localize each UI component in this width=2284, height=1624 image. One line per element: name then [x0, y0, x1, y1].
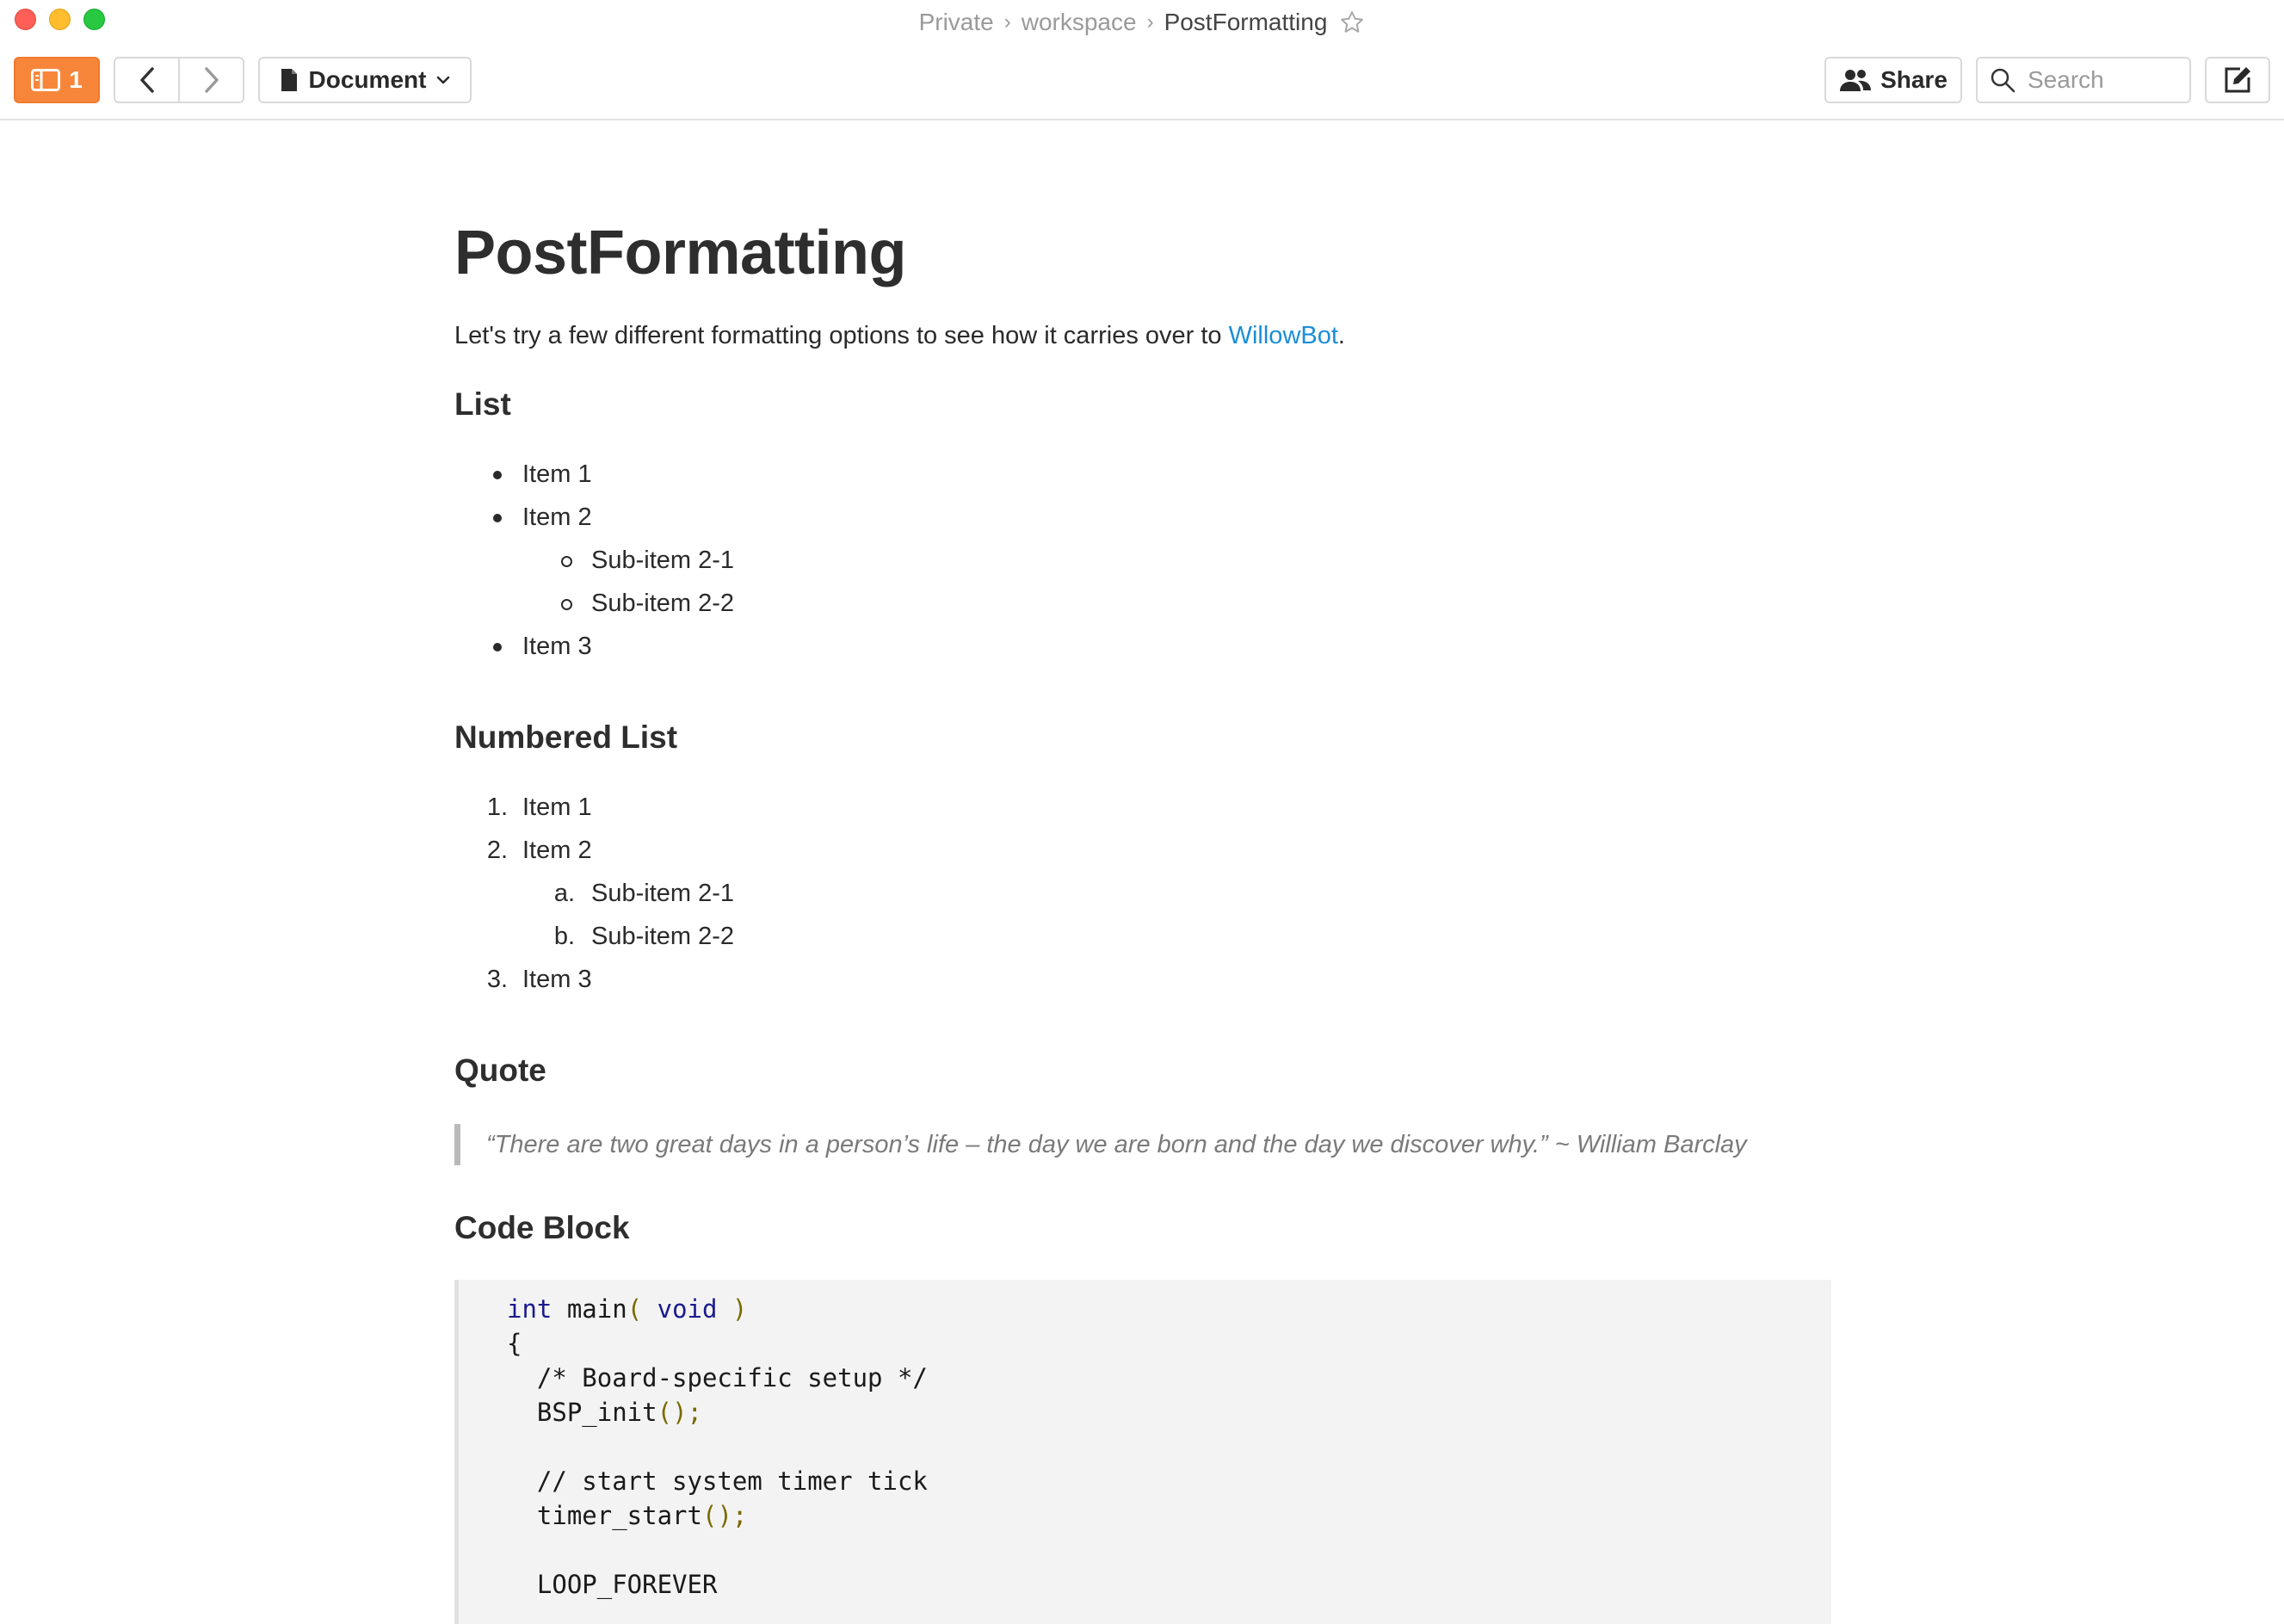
chevron-left-icon: [139, 67, 154, 93]
code-line: // start system timer tick: [507, 1467, 928, 1496]
list-sub-item: a. Sub-item 2-1: [454, 872, 1831, 915]
bullet-list: Item 1 Item 2 Sub-item 2-1 Sub-item 2-2 …: [454, 453, 1831, 668]
document-type-label: Document: [308, 66, 427, 93]
list-item-text: Item 1: [522, 460, 592, 488]
blockquote: “There are two great days in a person’s …: [454, 1124, 1831, 1165]
code-block: int main( void ) { /* Board-specific set…: [454, 1280, 1831, 1624]
toolbar: 1 Document Share: [0, 45, 2284, 120]
list-item: 2. Item 2: [454, 829, 1831, 872]
breadcrumb-private[interactable]: Private: [919, 9, 994, 36]
list-sub-item: Sub-item 2-2: [454, 582, 1831, 625]
document-body: PostFormatting Let's try a few different…: [454, 120, 1831, 1624]
bullet-marker: [493, 643, 502, 651]
list-item-text: Sub-item 2-1: [591, 880, 735, 907]
share-label: Share: [1880, 66, 1948, 93]
list-item-text: Item 2: [522, 503, 592, 531]
code-block-heading: Code Block: [454, 1210, 630, 1245]
search-box[interactable]: [1976, 57, 2191, 103]
code-line: timer_start();: [507, 1501, 748, 1530]
code-line: int main( void ): [507, 1294, 748, 1324]
sidebar-icon: [31, 69, 61, 91]
sidebar-count-badge: 1: [69, 66, 83, 93]
list-item-text: Sub-item 2-2: [591, 923, 735, 950]
intro-period: .: [1337, 322, 1345, 349]
chevron-right-icon: ›: [1146, 10, 1154, 34]
chevron-right-icon: ›: [1003, 10, 1011, 34]
breadcrumb-current-page: PostFormatting: [1164, 9, 1328, 35]
list-item: 1. Item 1: [454, 786, 1831, 829]
forward-button[interactable]: [178, 59, 243, 102]
document-type-dropdown[interactable]: Document: [258, 57, 472, 103]
list-item-text: Sub-item 2-2: [591, 590, 735, 617]
letter-marker: a.: [553, 880, 575, 907]
list-item: 3. Item 3: [454, 958, 1831, 1001]
number-marker: 1.: [486, 793, 508, 821]
list-sub-item: b. Sub-item 2-2: [454, 915, 1831, 958]
breadcrumb-workspace[interactable]: workspace: [1022, 9, 1137, 36]
share-button[interactable]: Share: [1824, 57, 1962, 103]
code-line: BSP_init();: [507, 1398, 702, 1427]
number-marker: 3.: [486, 966, 508, 993]
list-heading: List: [454, 386, 511, 422]
numbered-list: 1. Item 1 2. Item 2 a. Sub-item 2-1 b. Sub-i…: [454, 786, 1831, 1001]
intro-paragraph: Let's try a few different formatting opt…: [454, 322, 1831, 350]
willowbot-link[interactable]: WillowBot: [1229, 322, 1338, 349]
page-title: PostFormatting: [454, 219, 906, 287]
chevron-right-icon: [204, 67, 219, 93]
title-bar: Private › workspace › PostFormatting: [0, 0, 2284, 45]
search-icon: [1991, 68, 2015, 93]
search-input[interactable]: [2026, 65, 2184, 95]
bullet-marker: [493, 471, 502, 479]
letter-marker: b.: [553, 923, 575, 950]
new-document-button[interactable]: [2205, 57, 2270, 103]
compose-icon: [2225, 67, 2250, 93]
bullet-marker: [493, 514, 502, 522]
star-icon[interactable]: [1339, 9, 1365, 35]
breadcrumb: Private › workspace › PostFormatting: [0, 5, 2284, 40]
list-item: Item 1: [454, 453, 1831, 496]
list-item-text: Item 1: [522, 793, 592, 821]
code-line: /* Board-specific setup */: [507, 1363, 928, 1392]
users-icon: [1840, 70, 1872, 91]
circle-marker: [561, 599, 572, 610]
document-icon: [281, 69, 297, 91]
intro-text: Let's try a few different formatting opt…: [454, 322, 1229, 349]
code-line: LOOP_FOREVER: [507, 1570, 718, 1599]
list-item-text: Item 2: [522, 837, 592, 864]
quote-heading: Quote: [454, 1053, 546, 1088]
list-item: Item 3: [454, 625, 1831, 668]
number-marker: 2.: [486, 837, 508, 864]
numbered-list-heading: Numbered List: [454, 719, 678, 755]
back-button[interactable]: [115, 59, 178, 102]
list-item: Item 2: [454, 496, 1831, 539]
list-item-text: Item 3: [522, 966, 592, 993]
code-line: {: [507, 1329, 522, 1358]
list-sub-item: Sub-item 2-1: [454, 539, 1831, 582]
chevron-down-icon: [437, 76, 450, 84]
list-item-text: Sub-item 2-1: [591, 546, 735, 574]
navigation-group: [114, 57, 244, 103]
list-item-text: Item 3: [522, 633, 592, 660]
circle-marker: [561, 556, 572, 567]
sidebar-toggle-button[interactable]: 1: [14, 57, 100, 103]
